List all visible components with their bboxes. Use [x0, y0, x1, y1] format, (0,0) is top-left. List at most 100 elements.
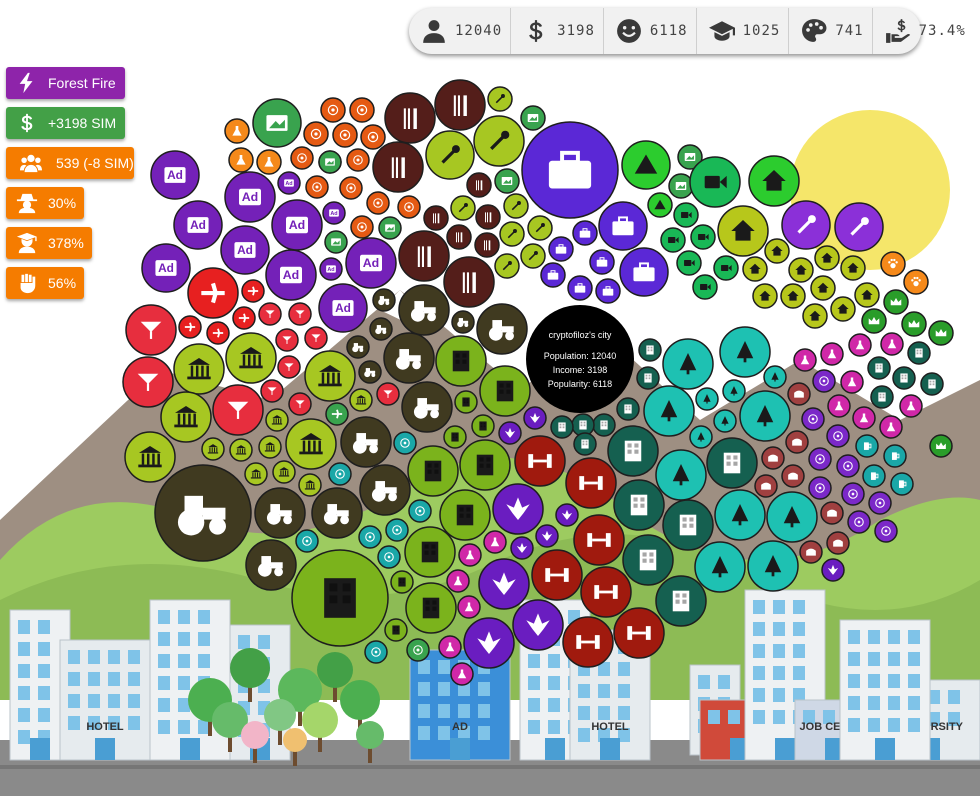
atom-bubble[interactable] — [408, 499, 432, 523]
fork-bubble[interactable] — [434, 79, 486, 131]
bank-bubble[interactable] — [304, 350, 356, 402]
plane-bubble[interactable] — [325, 402, 349, 426]
flask-bubble[interactable] — [880, 332, 904, 356]
building-bubble[interactable] — [404, 526, 456, 578]
income-badge[interactable]: +3198 SIM — [6, 107, 125, 139]
beer-bubble[interactable] — [890, 472, 914, 496]
briefcase-bubble[interactable] — [589, 249, 615, 275]
tree-bubble[interactable] — [719, 326, 771, 378]
leaf-bubble[interactable] — [492, 483, 544, 535]
home-bubble[interactable] — [752, 283, 778, 309]
coin-bubble[interactable] — [349, 97, 375, 123]
fork-bubble[interactable] — [474, 232, 500, 258]
leaf-bubble[interactable] — [535, 524, 559, 548]
atom-bubble[interactable] — [826, 424, 850, 448]
temple-bubble[interactable] — [781, 464, 805, 488]
fork-bubble[interactable] — [443, 256, 495, 308]
coin-bubble[interactable] — [397, 195, 421, 219]
camera-bubble[interactable] — [713, 255, 739, 281]
coin-bubble[interactable] — [406, 638, 430, 662]
tree-bubble[interactable] — [713, 409, 737, 433]
building-bubble[interactable] — [592, 413, 616, 437]
wrench-bubble[interactable] — [450, 195, 476, 221]
leaf-bubble[interactable] — [512, 599, 564, 651]
cocktail-bubble[interactable] — [288, 392, 312, 416]
beer-bubble[interactable] — [862, 464, 886, 488]
dumbbell-bubble[interactable] — [514, 435, 566, 487]
home-bubble[interactable] — [764, 238, 790, 264]
cocktail-bubble[interactable] — [122, 356, 174, 408]
tractor-bubble[interactable] — [154, 464, 252, 562]
tree-bubble[interactable] — [714, 489, 766, 541]
coin-bubble[interactable] — [346, 148, 370, 172]
beer-bubble[interactable] — [855, 434, 879, 458]
paw-bubble[interactable] — [880, 251, 906, 277]
image-bubble[interactable] — [318, 150, 342, 174]
atom-bubble[interactable] — [393, 431, 417, 455]
camera-bubble[interactable] — [690, 224, 716, 250]
ad-bubble[interactable]: Ad — [141, 243, 191, 293]
flask-bubble[interactable] — [879, 415, 903, 439]
home-bubble[interactable] — [780, 283, 806, 309]
plane-bubble[interactable] — [206, 321, 230, 345]
ad-bubble[interactable]: Ad — [173, 200, 223, 250]
tractor-bubble[interactable] — [372, 288, 396, 312]
fork-bubble[interactable] — [423, 205, 449, 231]
ad-bubble[interactable]: Ad — [224, 171, 276, 223]
bank-bubble[interactable] — [272, 460, 296, 484]
building-bubble[interactable] — [479, 365, 531, 417]
building-bubble[interactable] — [390, 570, 414, 594]
wrench-bubble[interactable] — [834, 202, 884, 252]
dumbbell-bubble[interactable] — [573, 514, 625, 566]
tree-bubble[interactable] — [662, 338, 714, 390]
bank-bubble[interactable] — [173, 343, 225, 395]
home-bubble[interactable] — [788, 257, 814, 283]
image-bubble[interactable] — [668, 173, 694, 199]
tractor-bubble[interactable] — [311, 487, 363, 539]
wrench-bubble[interactable] — [520, 243, 546, 269]
building-bubble[interactable] — [870, 385, 894, 409]
coin-bubble[interactable] — [303, 121, 329, 147]
cocktail-bubble[interactable] — [258, 302, 282, 326]
atom-bubble[interactable] — [377, 545, 401, 569]
tractor-bubble[interactable] — [383, 332, 435, 384]
home-bubble[interactable] — [810, 275, 836, 301]
wrench-bubble[interactable] — [494, 253, 520, 279]
image-bubble[interactable] — [520, 105, 546, 131]
bank-bubble[interactable] — [349, 388, 373, 412]
city-info-circle[interactable]: cryptofiloz's city Population: 12040 Inc… — [526, 305, 634, 413]
leaf-bubble[interactable] — [478, 558, 530, 610]
leaf-bubble[interactable] — [498, 421, 522, 445]
tractor-bubble[interactable] — [245, 539, 297, 591]
coin-bubble[interactable] — [290, 146, 314, 170]
building-bubble[interactable] — [655, 575, 707, 627]
fork-bubble[interactable] — [372, 141, 424, 193]
atom-bubble[interactable] — [808, 447, 832, 471]
home-bubble[interactable] — [840, 255, 866, 281]
atom-bubble[interactable] — [874, 519, 898, 543]
cocktail-bubble[interactable] — [376, 382, 400, 406]
cocktail-bubble[interactable] — [277, 355, 301, 379]
ad-bubble[interactable]: Ad — [150, 150, 200, 200]
ad-bubble[interactable]: Ad — [220, 225, 270, 275]
building-bubble[interactable] — [291, 549, 389, 647]
building-bubble[interactable] — [907, 341, 931, 365]
ad-bubble[interactable]: Ad — [319, 257, 343, 281]
paw-bubble[interactable] — [903, 269, 929, 295]
temple-bubble[interactable] — [787, 382, 811, 406]
temple-bubble[interactable] — [761, 446, 785, 470]
crown-bubble[interactable] — [883, 289, 909, 315]
atom-bubble[interactable] — [328, 462, 352, 486]
home-bubble[interactable] — [742, 256, 768, 282]
building-bubble[interactable] — [405, 582, 457, 634]
briefcase-bubble[interactable] — [521, 121, 619, 219]
building-bubble[interactable] — [638, 338, 662, 362]
protest-badge[interactable]: 56% — [6, 267, 84, 299]
building-bubble[interactable] — [920, 372, 944, 396]
camera-bubble[interactable] — [692, 274, 718, 300]
bank-bubble[interactable] — [244, 462, 268, 486]
flask-bubble[interactable] — [820, 342, 844, 366]
coin-bubble[interactable] — [339, 176, 363, 200]
coin-bubble[interactable] — [366, 191, 390, 215]
tractor-bubble[interactable] — [398, 284, 450, 336]
